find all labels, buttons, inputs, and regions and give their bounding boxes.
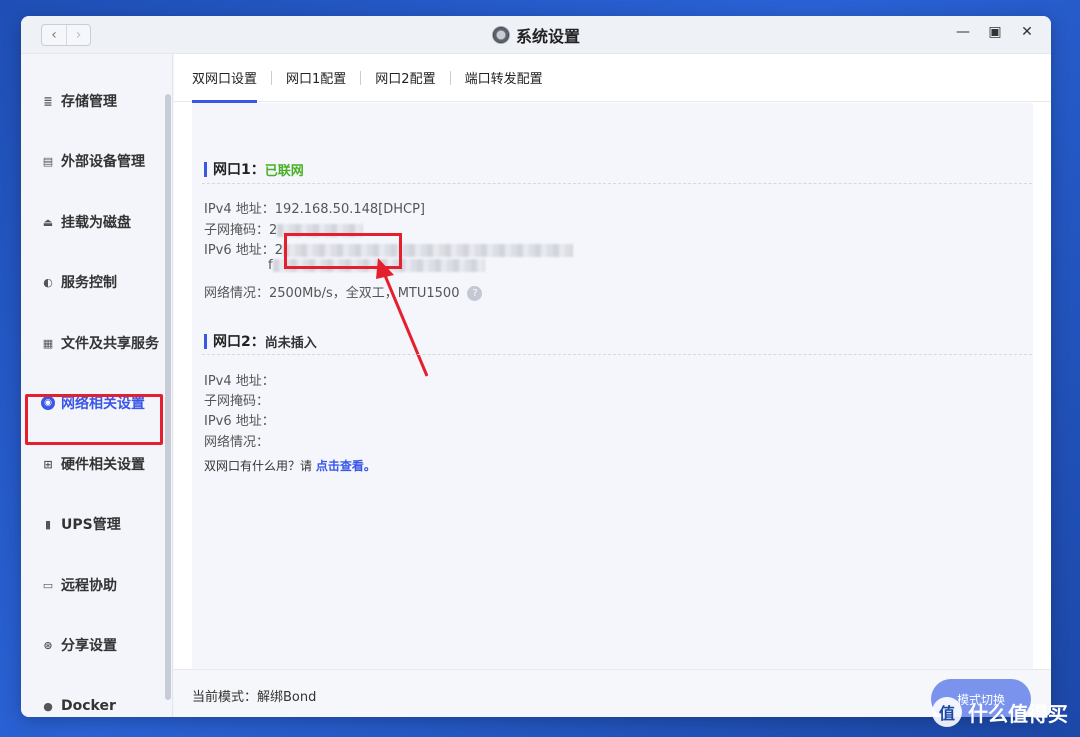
sidebar-item-remote-assist[interactable]: ▭ 远程协助 — [21, 565, 173, 605]
device-icon: ▤ — [42, 154, 54, 168]
app-logo-icon — [491, 26, 510, 44]
sidebar-item-label: UPS管理 — [61, 517, 121, 533]
mask-prefix: 2 — [269, 223, 278, 238]
tab-port1-config[interactable]: 网口1配置 — [272, 54, 360, 102]
port2-ipv4-row: IPv4 地址： — [204, 370, 275, 389]
tab-port2-config[interactable]: 网口2配置 — [361, 54, 449, 102]
settings-window: ‹ › 系统设置 — ▣ ✕ ≣ 存储管理 ▤ 外部设备管理 ⏏ 挂载为磁盘 ◐… — [21, 16, 1051, 717]
sidebar-item-file-share[interactable]: ▦ 文件及共享服务 — [21, 323, 173, 363]
net-label: 网络情况： — [204, 286, 270, 301]
annotation-box-sidebar — [25, 394, 163, 445]
ipv6-label: IPv6 地址： — [204, 414, 275, 429]
watermark-logo: 值 — [932, 697, 962, 727]
net-label: 网络情况： — [204, 435, 270, 450]
annotation-arrow — [376, 258, 429, 377]
port2-ipv6-row: IPv6 地址： — [204, 410, 275, 429]
sidebar-item-docker[interactable]: ● Docker — [21, 686, 173, 717]
tab-dual-port[interactable]: 双网口设置 — [192, 54, 271, 103]
sidebar: ≣ 存储管理 ▤ 外部设备管理 ⏏ 挂载为磁盘 ◐ 服务控制 ▦ 文件及共享服务… — [21, 54, 173, 717]
main-panel: 双网口设置 网口1配置 网口2配置 端口转发配置 网口1： 已联网 IPv4 地… — [174, 54, 1051, 717]
share-icon: ⊛ — [43, 638, 53, 652]
sidebar-item-label: 文件及共享服务 — [61, 336, 159, 352]
toggle-icon: ◐ — [43, 275, 53, 289]
ipv6-prefix: 2 — [274, 243, 284, 258]
ipv4-value: 192.168.50.148[DHCP] — [274, 202, 426, 217]
port2-heading: 网口2： 尚未插入 — [204, 331, 317, 351]
port2-status: 尚未插入 — [264, 335, 317, 351]
content-area: 网口1： 已联网 IPv4 地址：192.168.50.148[DHCP] 子网… — [192, 103, 1033, 669]
port1-ipv4-row: IPv4 地址：192.168.50.148[DHCP] — [204, 198, 425, 217]
window-controls: — ▣ ✕ — [955, 24, 1035, 40]
sidebar-scrollbar[interactable] — [165, 94, 171, 700]
divider — [202, 354, 1032, 355]
sidebar-item-hardware[interactable]: ⊞ 硬件相关设置 — [21, 444, 173, 484]
port1-heading: 网口1： 已联网 — [204, 159, 304, 179]
help-icon[interactable]: ? — [467, 286, 483, 301]
help-question: 双网口有什么用？请 — [204, 459, 316, 473]
port2-net-row: 网络情况： — [204, 431, 269, 450]
monitor-icon: ▭ — [42, 578, 54, 592]
footer-bar: 当前模式：解绑Bond 模式切换 — [174, 669, 1051, 717]
window-title-wrap: 系统设置 — [21, 16, 1051, 54]
tab-port-forwarding[interactable]: 端口转发配置 — [451, 54, 557, 102]
docker-icon: ● — [43, 699, 53, 713]
sidebar-item-label: 远程协助 — [61, 578, 117, 594]
help-row: 双网口有什么用？请 点击查看。 — [204, 457, 376, 474]
sidebar-item-label: 存储管理 — [61, 94, 117, 110]
sidebar-item-ups[interactable]: ▮ UPS管理 — [21, 504, 173, 544]
ipv4-label: IPv4 地址： — [204, 202, 275, 217]
sidebar-item-label: 挂载为磁盘 — [61, 215, 131, 231]
current-mode-text: 当前模式：解绑Bond — [192, 690, 317, 705]
watermark: 值 什么值得买 — [932, 697, 1068, 727]
disk-icon: ⏏ — [42, 215, 54, 229]
sidebar-item-label: 分享设置 — [61, 638, 117, 654]
maximize-icon[interactable]: ▣ — [987, 24, 1003, 40]
tab-bar: 双网口设置 网口1配置 网口2配置 端口转发配置 — [174, 54, 1051, 103]
close-icon[interactable]: ✕ — [1019, 24, 1035, 40]
database-icon: ≣ — [43, 94, 53, 108]
mask-label: 子网掩码： — [204, 394, 270, 409]
ups-icon: ▮ — [44, 517, 52, 531]
ipv4-label: IPv4 地址： — [204, 374, 275, 389]
mask-label: 子网掩码： — [204, 223, 270, 238]
window-title: 系统设置 — [515, 27, 580, 46]
sidebar-item-label: 外部设备管理 — [61, 154, 145, 170]
ipv6-label: IPv6 地址： — [204, 243, 275, 258]
sidebar-item-external-devices[interactable]: ▤ 外部设备管理 — [21, 141, 173, 181]
port1-title: 网口1： — [213, 162, 265, 178]
sidebar-item-service-control[interactable]: ◐ 服务控制 — [21, 262, 173, 302]
watermark-text: 什么值得买 — [968, 701, 1068, 726]
sidebar-item-label: 硬件相关设置 — [61, 457, 145, 473]
grid-icon: ⊞ — [43, 457, 53, 471]
sidebar-item-label: 服务控制 — [61, 275, 117, 291]
port2-title: 网口2： — [213, 334, 265, 350]
title-bar: ‹ › 系统设置 — ▣ ✕ — [21, 16, 1051, 54]
port2-mask-row: 子网掩码： — [204, 390, 269, 409]
file-share-icon: ▦ — [42, 336, 54, 350]
sidebar-item-label: Docker — [61, 698, 116, 714]
sidebar-item-storage[interactable]: ≣ 存储管理 — [21, 81, 173, 121]
help-link[interactable]: 点击查看。 — [316, 459, 376, 473]
divider — [202, 183, 1032, 184]
sidebar-item-mount-disk[interactable]: ⏏ 挂载为磁盘 — [21, 202, 173, 242]
sidebar-item-share-settings[interactable]: ⊛ 分享设置 — [21, 625, 173, 665]
minimize-icon[interactable]: — — [955, 24, 971, 40]
port1-status: 已联网 — [264, 163, 304, 179]
